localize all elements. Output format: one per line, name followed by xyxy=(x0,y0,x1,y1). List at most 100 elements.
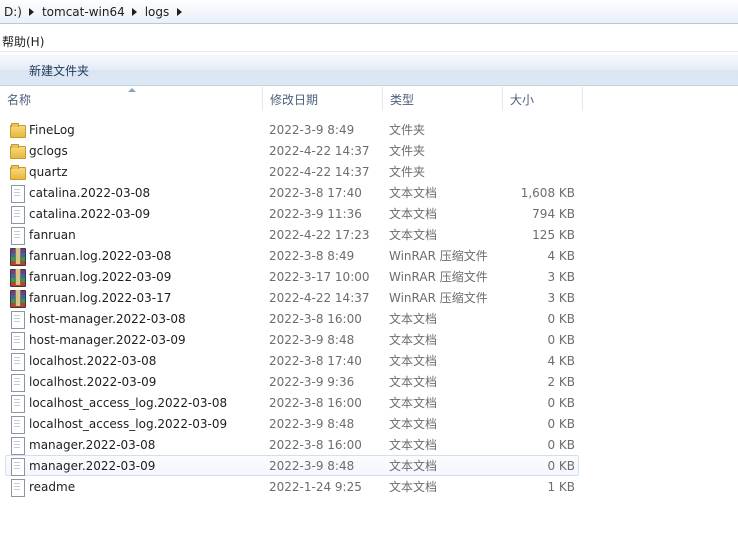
file-size: 3 KB xyxy=(547,290,575,305)
file-modified-date: 2022-3-9 8:49 xyxy=(269,122,355,137)
file-row[interactable]: localhost.2022-03-08 2022-3-8 17:40 文本文档 4 … xyxy=(0,350,738,371)
file-row[interactable]: readme 2022-1-24 9:25 文本文档 1 KB xyxy=(0,476,738,497)
sort-ascending-icon xyxy=(128,88,136,92)
file-list: FineLog 2022-3-9 8:49 文件夹 gclogs 2022-4-22 1… xyxy=(0,119,738,497)
file-row[interactable]: fanruan 2022-4-22 17:23 文本文档 125 KB xyxy=(0,224,738,245)
file-name[interactable]: gclogs xyxy=(29,140,68,161)
file-row[interactable]: host-manager.2022-03-08 2022-3-8 16:00 文本文… xyxy=(0,308,738,329)
file-type: 文本文档 xyxy=(389,459,438,473)
file-name[interactable]: localhost.2022-03-09 xyxy=(29,371,156,392)
column-size-header[interactable]: 大小 xyxy=(503,87,583,111)
file-name[interactable]: host-manager.2022-03-08 xyxy=(29,308,186,329)
file-modified-date: 2022-3-8 16:00 xyxy=(269,311,362,326)
file-type: 文本文档 xyxy=(389,480,438,494)
file-row[interactable]: manager.2022-03-09 2022-3-9 8:48 文本文档 0 KB xyxy=(0,455,738,476)
file-type: 文本文档 xyxy=(389,354,438,368)
column-type-header[interactable]: 类型 xyxy=(383,87,503,111)
file-size: 794 KB xyxy=(532,206,575,221)
file-row[interactable]: localhost_access_log.2022-03-08 2022-3-8 … xyxy=(0,392,738,413)
file-row[interactable]: fanruan.log.2022-03-09 2022-3-17 10:00 Win… xyxy=(0,266,738,287)
column-date-header[interactable]: 修改日期 xyxy=(263,87,383,111)
chevron-right-icon[interactable] xyxy=(173,1,185,23)
file-name[interactable]: quartz xyxy=(29,161,68,182)
file-type: 文件夹 xyxy=(389,144,426,158)
file-name[interactable]: localhost_access_log.2022-03-08 xyxy=(29,392,227,413)
menu-bar: 帮助(H) xyxy=(0,32,738,52)
file-type: 文本文档 xyxy=(389,207,438,221)
column-name-header[interactable]: 名称 xyxy=(0,87,263,111)
file-size: 3 KB xyxy=(547,269,575,284)
file-size: 0 KB xyxy=(547,332,575,347)
text-document-icon xyxy=(10,184,25,203)
breadcrumb-drive[interactable]: D:) xyxy=(0,1,26,23)
file-name[interactable]: fanruan xyxy=(29,224,76,245)
folder-icon xyxy=(10,164,26,180)
file-modified-date: 2022-3-17 10:00 xyxy=(269,269,370,284)
file-modified-date: 2022-3-9 8:48 xyxy=(269,458,355,473)
file-name[interactable]: fanruan.log.2022-03-09 xyxy=(29,266,171,287)
file-size xyxy=(503,161,575,182)
file-type: WinRAR 压缩文件 xyxy=(389,291,488,305)
text-document-icon xyxy=(10,205,25,224)
winrar-archive-icon xyxy=(9,268,26,287)
text-document-icon xyxy=(10,478,25,497)
text-document-icon xyxy=(10,436,25,455)
menu-help[interactable]: 帮助(H) xyxy=(0,33,46,50)
command-toolbar: 新建文件夹 xyxy=(0,55,738,86)
file-type: 文本文档 xyxy=(389,438,438,452)
file-row[interactable]: fanruan.log.2022-03-08 2022-3-8 8:49 WinRA… xyxy=(0,245,738,266)
breadcrumb-tomcat-win64[interactable]: tomcat-win64 xyxy=(38,1,129,23)
file-type: 文本文档 xyxy=(389,417,438,431)
file-modified-date: 2022-3-8 8:49 xyxy=(269,248,355,263)
file-modified-date: 2022-3-8 17:40 xyxy=(269,353,362,368)
file-modified-date: 2022-3-9 8:48 xyxy=(269,416,355,431)
text-document-icon xyxy=(10,331,25,350)
file-row[interactable]: catalina.2022-03-08 2022-3-8 17:40 文本文档 1,6… xyxy=(0,182,738,203)
text-document-icon xyxy=(10,457,25,476)
file-modified-date: 2022-4-22 14:37 xyxy=(269,290,370,305)
file-row[interactable]: host-manager.2022-03-09 2022-3-9 8:48 文本文档… xyxy=(0,329,738,350)
file-row[interactable]: FineLog 2022-3-9 8:49 文件夹 xyxy=(0,119,738,140)
file-row[interactable]: gclogs 2022-4-22 14:37 文件夹 xyxy=(0,140,738,161)
file-name[interactable]: catalina.2022-03-09 xyxy=(29,203,150,224)
file-size: 0 KB xyxy=(547,395,575,410)
breadcrumb-logs[interactable]: logs xyxy=(141,1,174,23)
file-size: 0 KB xyxy=(547,311,575,326)
file-modified-date: 2022-4-22 14:37 xyxy=(269,143,370,158)
chevron-right-icon[interactable] xyxy=(129,1,141,23)
file-name[interactable]: manager.2022-03-08 xyxy=(29,434,155,455)
file-modified-date: 2022-3-9 9:36 xyxy=(269,374,355,389)
file-size xyxy=(503,119,575,140)
file-name[interactable]: manager.2022-03-09 xyxy=(29,455,155,476)
file-row[interactable]: fanruan.log.2022-03-17 2022-4-22 14:37 Win… xyxy=(0,287,738,308)
file-row[interactable]: localhost.2022-03-09 2022-3-9 9:36 文本文档 2 K… xyxy=(0,371,738,392)
folder-icon xyxy=(10,143,26,159)
new-folder-button[interactable]: 新建文件夹 xyxy=(24,59,94,82)
file-name[interactable]: FineLog xyxy=(29,119,75,140)
file-modified-date: 2022-3-8 16:00 xyxy=(269,437,362,452)
file-type: 文件夹 xyxy=(389,123,426,137)
file-row[interactable]: catalina.2022-03-09 2022-3-9 11:36 文本文档 794… xyxy=(0,203,738,224)
file-size: 1,608 KB xyxy=(520,185,575,200)
file-name[interactable]: fanruan.log.2022-03-08 xyxy=(29,245,171,266)
file-row[interactable]: manager.2022-03-08 2022-3-8 16:00 文本文档 0 KB xyxy=(0,434,738,455)
file-modified-date: 2022-3-9 8:48 xyxy=(269,332,355,347)
file-name[interactable]: localhost_access_log.2022-03-09 xyxy=(29,413,227,434)
file-name[interactable]: host-manager.2022-03-09 xyxy=(29,329,186,350)
file-modified-date: 2022-3-8 17:40 xyxy=(269,185,362,200)
file-size xyxy=(503,140,575,161)
file-row[interactable]: localhost_access_log.2022-03-09 2022-3-9 … xyxy=(0,413,738,434)
file-size: 125 KB xyxy=(532,227,575,242)
chevron-right-icon[interactable] xyxy=(26,1,38,23)
file-name[interactable]: localhost.2022-03-08 xyxy=(29,350,156,371)
file-size: 0 KB xyxy=(547,416,575,431)
text-document-icon xyxy=(10,226,25,245)
file-row[interactable]: quartz 2022-4-22 14:37 文件夹 xyxy=(0,161,738,182)
address-bar[interactable]: D:) tomcat-win64 logs xyxy=(0,0,738,24)
file-name[interactable]: readme xyxy=(29,476,75,497)
file-modified-date: 2022-3-8 16:00 xyxy=(269,395,362,410)
text-document-icon xyxy=(10,310,25,329)
file-name[interactable]: catalina.2022-03-08 xyxy=(29,182,150,203)
file-name[interactable]: fanruan.log.2022-03-17 xyxy=(29,287,171,308)
text-document-icon xyxy=(10,394,25,413)
